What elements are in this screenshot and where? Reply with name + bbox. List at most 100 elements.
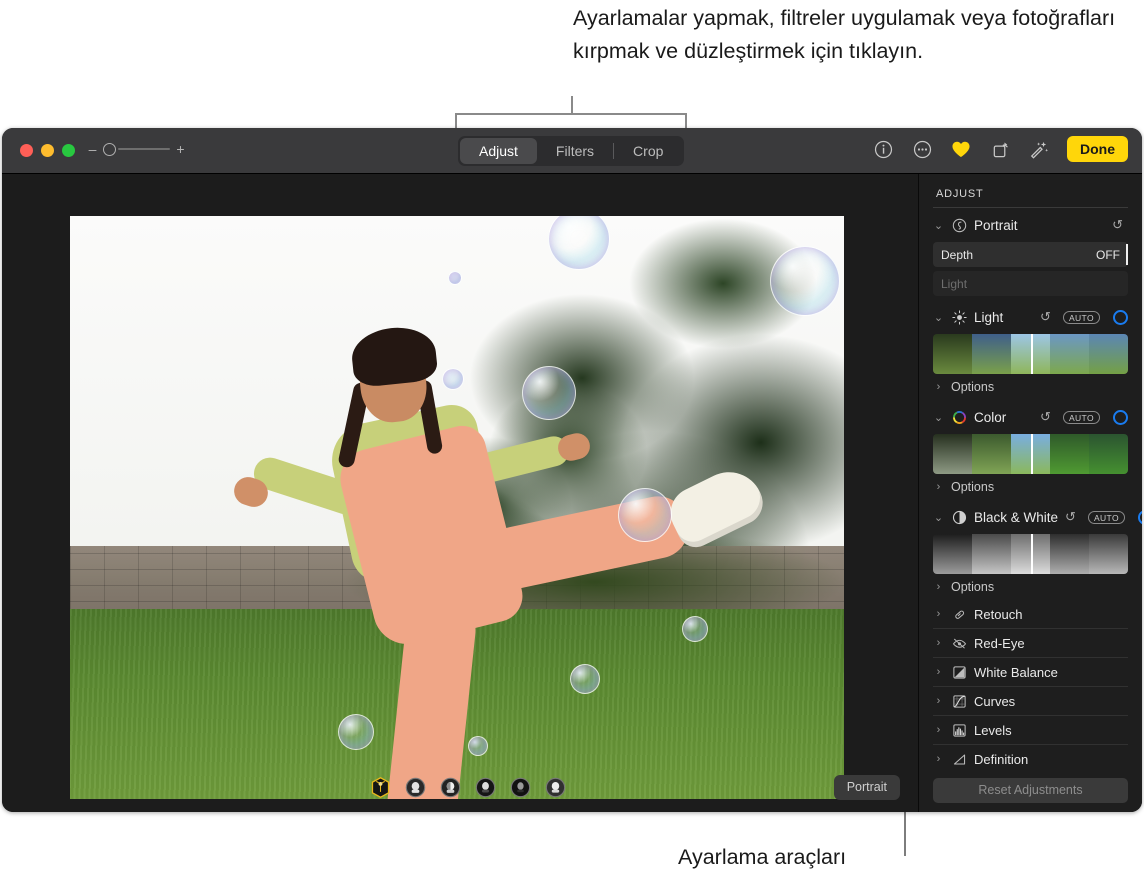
portrait-icon bbox=[951, 217, 967, 233]
tab-crop[interactable]: Crop bbox=[614, 138, 682, 164]
info-icon[interactable] bbox=[872, 138, 894, 160]
chevron-down-icon[interactable]: ⌄ bbox=[933, 219, 944, 232]
auto-badge[interactable]: AUTO bbox=[1062, 410, 1100, 424]
section-black-and-white[interactable]: ⌄ Black & White ↺ AUTO bbox=[933, 500, 1142, 534]
thumbnail[interactable] bbox=[1089, 534, 1128, 574]
strip-position-marker[interactable] bbox=[1030, 334, 1033, 374]
bw-options-row[interactable]: › Options bbox=[933, 574, 1128, 600]
thumbnail[interactable] bbox=[972, 334, 1011, 374]
chevron-right-icon[interactable]: › bbox=[933, 666, 944, 678]
slider-depth[interactable]: Depth OFF bbox=[933, 242, 1128, 267]
chevron-right-icon[interactable]: › bbox=[933, 724, 944, 736]
tab-filters[interactable]: Filters bbox=[537, 138, 613, 164]
revert-icon[interactable]: ↺ bbox=[1040, 409, 1051, 425]
definition-icon bbox=[951, 751, 967, 767]
chevron-right-icon[interactable]: › bbox=[933, 608, 944, 620]
portrait-badge[interactable]: Portrait bbox=[833, 774, 900, 800]
thumbnail[interactable] bbox=[1089, 434, 1128, 474]
light-options-row[interactable]: › Options bbox=[933, 374, 1128, 400]
revert-icon[interactable]: ↺ bbox=[1112, 217, 1123, 233]
thumbnail[interactable] bbox=[1089, 334, 1128, 374]
close-button[interactable] bbox=[20, 144, 33, 157]
chevron-down-icon[interactable]: ⌄ bbox=[933, 311, 944, 324]
edit-mode-segmented-control[interactable]: Adjust Filters Crop bbox=[458, 136, 685, 166]
chevron-right-icon[interactable]: › bbox=[933, 637, 944, 649]
bubble bbox=[682, 616, 708, 642]
levels-icon bbox=[951, 722, 967, 738]
done-button[interactable]: Done bbox=[1067, 136, 1128, 162]
section-curves[interactable]: › Curves bbox=[933, 687, 1128, 716]
auto-enhance-icon[interactable] bbox=[1028, 138, 1050, 160]
adjust-panel-scroll[interactable]: ADJUST ⌄ Portrait ↺ Depth OFF Light ⌄ Li… bbox=[919, 174, 1142, 769]
zoom-out-icon[interactable]: – bbox=[88, 142, 97, 156]
section-portrait[interactable]: ⌄ Portrait ↺ bbox=[933, 208, 1128, 242]
lighting-natural-light[interactable] bbox=[368, 775, 392, 799]
strip-position-marker[interactable] bbox=[1030, 534, 1033, 574]
slider-depth-handle[interactable] bbox=[1125, 244, 1128, 265]
lighting-contour-light[interactable] bbox=[438, 775, 462, 799]
more-options-icon[interactable] bbox=[911, 138, 933, 160]
color-wheel-icon bbox=[951, 409, 967, 425]
strip-position-marker[interactable] bbox=[1030, 434, 1033, 474]
lighting-stage-light-mono[interactable] bbox=[508, 775, 532, 799]
bubble bbox=[468, 736, 488, 756]
section-retouch[interactable]: › Retouch bbox=[933, 600, 1128, 629]
chevron-down-icon[interactable]: ⌄ bbox=[933, 511, 944, 524]
section-light-label: Light bbox=[974, 309, 1004, 325]
lighting-effects-list bbox=[368, 775, 567, 799]
section-red-eye-label: Red-Eye bbox=[974, 635, 1025, 651]
minimize-button[interactable] bbox=[41, 144, 54, 157]
enable-toggle-ring[interactable] bbox=[1138, 509, 1142, 525]
chevron-right-icon[interactable]: › bbox=[933, 381, 944, 393]
section-red-eye[interactable]: › Red-Eye bbox=[933, 629, 1128, 658]
zoom-slider-knob[interactable] bbox=[103, 142, 116, 156]
chevron-right-icon[interactable]: › bbox=[933, 753, 944, 765]
thumbnail[interactable] bbox=[933, 434, 972, 474]
zoom-slider-track[interactable] bbox=[118, 147, 170, 151]
color-thumbnail-strip[interactable] bbox=[933, 434, 1128, 474]
enable-toggle-ring[interactable] bbox=[1113, 409, 1128, 425]
zoom-slider[interactable]: – + bbox=[88, 142, 185, 156]
section-levels[interactable]: › Levels bbox=[933, 716, 1128, 745]
thumbnail[interactable] bbox=[933, 334, 972, 374]
light-icon bbox=[951, 309, 967, 325]
thumbnail[interactable] bbox=[1050, 434, 1089, 474]
lighting-high-key-light-mono[interactable] bbox=[543, 775, 567, 799]
slider-portrait-light[interactable]: Light bbox=[933, 271, 1128, 296]
thumbnail[interactable] bbox=[972, 434, 1011, 474]
chevron-down-icon[interactable]: ⌄ bbox=[933, 411, 944, 424]
thumbnail[interactable] bbox=[972, 534, 1011, 574]
bw-thumbnail-strip[interactable] bbox=[933, 534, 1128, 574]
thumbnail[interactable] bbox=[933, 534, 972, 574]
rotate-icon[interactable] bbox=[989, 138, 1011, 160]
chevron-right-icon[interactable]: › bbox=[933, 481, 944, 493]
auto-badge[interactable]: AUTO bbox=[1062, 310, 1100, 324]
thumbnail[interactable] bbox=[1050, 534, 1089, 574]
light-thumbnail-strip[interactable] bbox=[933, 334, 1128, 374]
revert-icon[interactable]: ↺ bbox=[1065, 509, 1076, 525]
auto-badge[interactable]: AUTO bbox=[1087, 510, 1125, 524]
zoom-maximize-button[interactable] bbox=[62, 144, 75, 157]
tab-adjust[interactable]: Adjust bbox=[460, 138, 537, 164]
color-options-row[interactable]: › Options bbox=[933, 474, 1128, 500]
bubble bbox=[618, 488, 672, 542]
bubble bbox=[522, 366, 576, 420]
photo-preview[interactable] bbox=[70, 216, 844, 799]
zoom-in-icon[interactable]: + bbox=[176, 142, 185, 156]
section-definition[interactable]: › Definition bbox=[933, 745, 1128, 769]
chevron-right-icon[interactable]: › bbox=[933, 581, 944, 593]
portrait-lighting-bar: Portrait bbox=[2, 762, 918, 812]
favorite-heart-icon[interactable] bbox=[950, 138, 972, 160]
section-white-balance[interactable]: › White Balance bbox=[933, 658, 1128, 687]
chevron-right-icon[interactable]: › bbox=[933, 695, 944, 707]
section-color[interactable]: ⌄ Color ↺ AUTO bbox=[933, 400, 1128, 434]
enable-toggle-ring[interactable] bbox=[1113, 309, 1128, 325]
callout-top-leader-tick-right bbox=[685, 113, 687, 129]
section-light[interactable]: ⌄ Light ↺ AUTO bbox=[933, 300, 1128, 334]
revert-icon[interactable]: ↺ bbox=[1040, 309, 1051, 325]
section-definition-label: Definition bbox=[974, 751, 1029, 767]
lighting-studio-light[interactable] bbox=[403, 775, 427, 799]
lighting-stage-light[interactable] bbox=[473, 775, 497, 799]
reset-adjustments-button[interactable]: Reset Adjustments bbox=[933, 777, 1128, 803]
thumbnail[interactable] bbox=[1050, 334, 1089, 374]
